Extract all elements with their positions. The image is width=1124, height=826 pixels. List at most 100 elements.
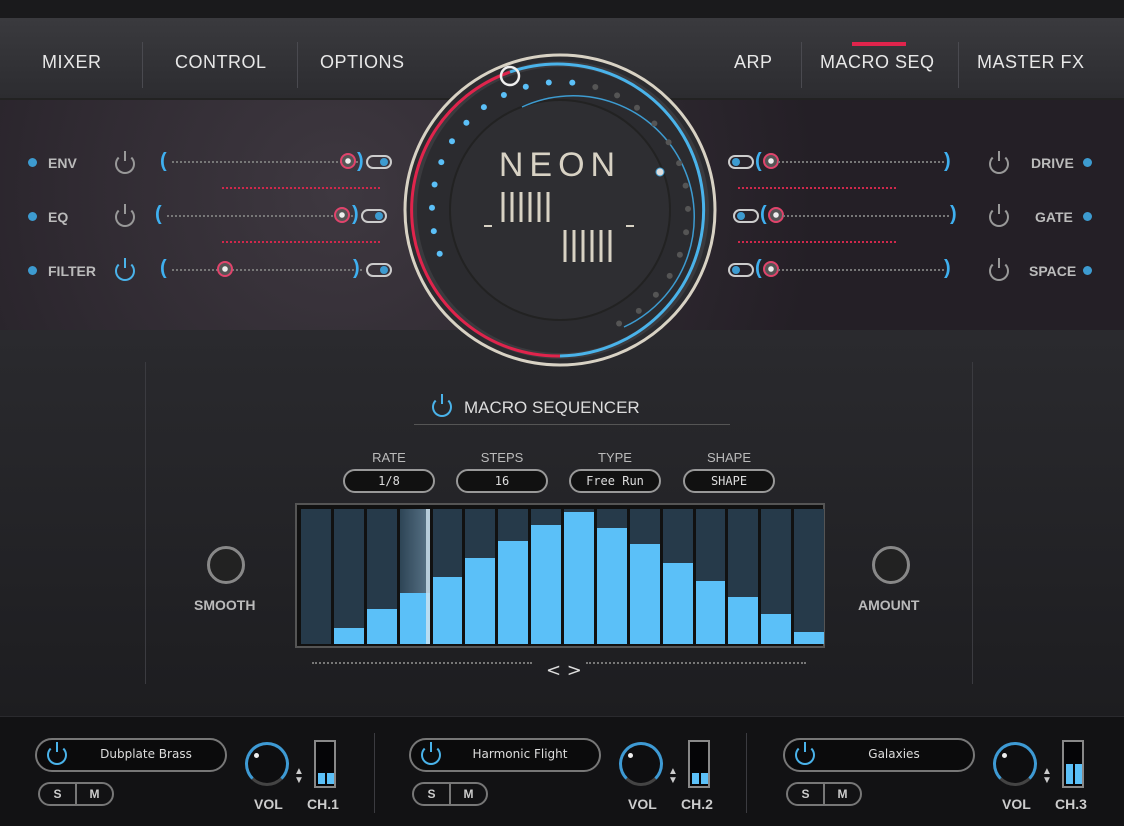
instrument-slot[interactable]: Galaxies bbox=[783, 738, 975, 772]
seq-power-wrap[interactable] bbox=[432, 397, 452, 417]
gate-power-icon[interactable] bbox=[989, 207, 1009, 227]
filter-slider-thumb[interactable] bbox=[217, 261, 233, 277]
seq-step-value bbox=[564, 512, 594, 644]
instrument-slot[interactable]: Harmonic Flight bbox=[409, 738, 601, 772]
range-start-handle[interactable]: ( bbox=[755, 258, 762, 278]
range-start-handle[interactable]: ( bbox=[760, 204, 767, 224]
space-slider-thumb[interactable] bbox=[763, 261, 779, 277]
range-end-handle[interactable]: ) bbox=[352, 204, 359, 224]
seq-step[interactable] bbox=[334, 509, 364, 644]
volume-knob[interactable] bbox=[993, 742, 1037, 786]
tab-control[interactable]: CONTROL bbox=[175, 52, 267, 73]
seq-step[interactable] bbox=[761, 509, 791, 644]
eq-slider-track[interactable] bbox=[167, 215, 357, 217]
volume-stepper-icon[interactable]: ▲▼ bbox=[1042, 767, 1052, 785]
seq-title: MACRO SEQUENCER bbox=[464, 398, 640, 418]
seq-power-icon[interactable] bbox=[432, 397, 452, 417]
env-power-icon[interactable] bbox=[115, 154, 135, 174]
seq-step[interactable] bbox=[728, 509, 758, 644]
seq-step[interactable] bbox=[433, 509, 463, 644]
macro-dial[interactable]: NEON bbox=[402, 52, 718, 368]
range-start-handle[interactable]: ( bbox=[755, 151, 762, 171]
filter-slider-track[interactable] bbox=[172, 269, 362, 271]
step-sequencer[interactable] bbox=[295, 503, 825, 648]
solo-button[interactable]: S bbox=[414, 784, 451, 804]
env-slider-track[interactable] bbox=[172, 161, 362, 163]
space-slider-track[interactable] bbox=[778, 269, 944, 271]
range-end-handle[interactable]: ) bbox=[944, 151, 951, 171]
seq-step[interactable] bbox=[597, 509, 627, 644]
space-toggle[interactable] bbox=[728, 263, 754, 277]
shape-select[interactable]: SHAPE bbox=[683, 469, 775, 493]
seq-step[interactable] bbox=[301, 509, 331, 644]
seq-step-value bbox=[728, 597, 758, 644]
tab-macro-seq[interactable]: MACRO SEQ bbox=[820, 52, 935, 73]
meter-right bbox=[701, 773, 708, 784]
seq-step[interactable] bbox=[531, 509, 561, 644]
filter-power-icon[interactable] bbox=[115, 261, 135, 281]
drive-slider-thumb[interactable] bbox=[763, 153, 779, 169]
type-select[interactable]: Free Run bbox=[569, 469, 661, 493]
dial-step-dot bbox=[437, 251, 443, 257]
gate-toggle[interactable] bbox=[733, 209, 759, 223]
drive-power-icon[interactable] bbox=[989, 154, 1009, 174]
steps-select[interactable]: 16 bbox=[456, 469, 548, 493]
range-end-handle[interactable]: ) bbox=[353, 258, 360, 278]
instrument-name: Dubplate Brass bbox=[77, 747, 215, 761]
drive-toggle[interactable] bbox=[728, 155, 754, 169]
seq-step[interactable] bbox=[630, 509, 660, 644]
seq-step[interactable] bbox=[498, 509, 528, 644]
mute-button[interactable]: M bbox=[825, 784, 860, 804]
volume-stepper-icon[interactable]: ▲▼ bbox=[294, 767, 304, 785]
range-end-handle[interactable]: ) bbox=[944, 258, 951, 278]
env-toggle[interactable] bbox=[366, 155, 392, 169]
space-power-icon[interactable] bbox=[989, 261, 1009, 281]
range-end-handle[interactable]: ) bbox=[357, 151, 364, 171]
mute-button[interactable]: M bbox=[451, 784, 486, 804]
range-start-handle[interactable]: ( bbox=[155, 204, 162, 224]
rate-select[interactable]: 1/8 bbox=[343, 469, 435, 493]
instrument-power-icon[interactable] bbox=[421, 745, 441, 765]
dial-step-dot bbox=[651, 121, 657, 127]
seq-step[interactable] bbox=[663, 509, 693, 644]
amount-knob[interactable] bbox=[872, 546, 910, 584]
seq-step[interactable] bbox=[465, 509, 495, 644]
seq-step[interactable] bbox=[696, 509, 726, 644]
solo-button[interactable]: S bbox=[40, 784, 77, 804]
gate-slider-track[interactable] bbox=[783, 215, 949, 217]
seq-step[interactable] bbox=[400, 509, 430, 644]
tab-master-fx[interactable]: MASTER FX bbox=[977, 52, 1085, 73]
instrument-slot[interactable]: Dubplate Brass bbox=[35, 738, 227, 772]
tab-options[interactable]: OPTIONS bbox=[320, 52, 405, 73]
env-slider-thumb[interactable] bbox=[340, 153, 356, 169]
tab-mixer[interactable]: MIXER bbox=[42, 52, 102, 73]
seq-step[interactable] bbox=[794, 509, 824, 644]
instrument-power-icon[interactable] bbox=[47, 745, 67, 765]
filter-toggle[interactable] bbox=[366, 263, 392, 277]
eq-power-icon[interactable] bbox=[115, 207, 135, 227]
drive-slider-track[interactable] bbox=[778, 161, 944, 163]
tab-arp[interactable]: ARP bbox=[734, 52, 773, 73]
range-start-handle[interactable]: ( bbox=[160, 151, 167, 171]
seq-step[interactable] bbox=[564, 509, 594, 644]
drive-label: DRIVE bbox=[1031, 155, 1074, 171]
mute-button[interactable]: M bbox=[77, 784, 112, 804]
range-end-handle[interactable]: ) bbox=[950, 204, 957, 224]
seq-shift-arrows[interactable]: < > bbox=[546, 660, 582, 681]
smooth-knob[interactable] bbox=[207, 546, 245, 584]
dial-step-dot bbox=[667, 273, 673, 279]
volume-knob[interactable] bbox=[245, 742, 289, 786]
dial-step-dot bbox=[449, 138, 455, 144]
volume-knob[interactable] bbox=[619, 742, 663, 786]
seq-step[interactable] bbox=[367, 509, 397, 644]
volume-stepper-icon[interactable]: ▲▼ bbox=[668, 767, 678, 785]
active-tab-indicator bbox=[852, 42, 906, 46]
instrument-power-icon[interactable] bbox=[795, 745, 815, 765]
seq-step-value bbox=[465, 558, 495, 644]
solo-button[interactable]: S bbox=[788, 784, 825, 804]
dial-step-dot bbox=[676, 160, 682, 166]
eq-toggle[interactable] bbox=[361, 209, 387, 223]
range-start-handle[interactable]: ( bbox=[160, 258, 167, 278]
eq-slider-thumb[interactable] bbox=[334, 207, 350, 223]
gate-slider-thumb[interactable] bbox=[768, 207, 784, 223]
